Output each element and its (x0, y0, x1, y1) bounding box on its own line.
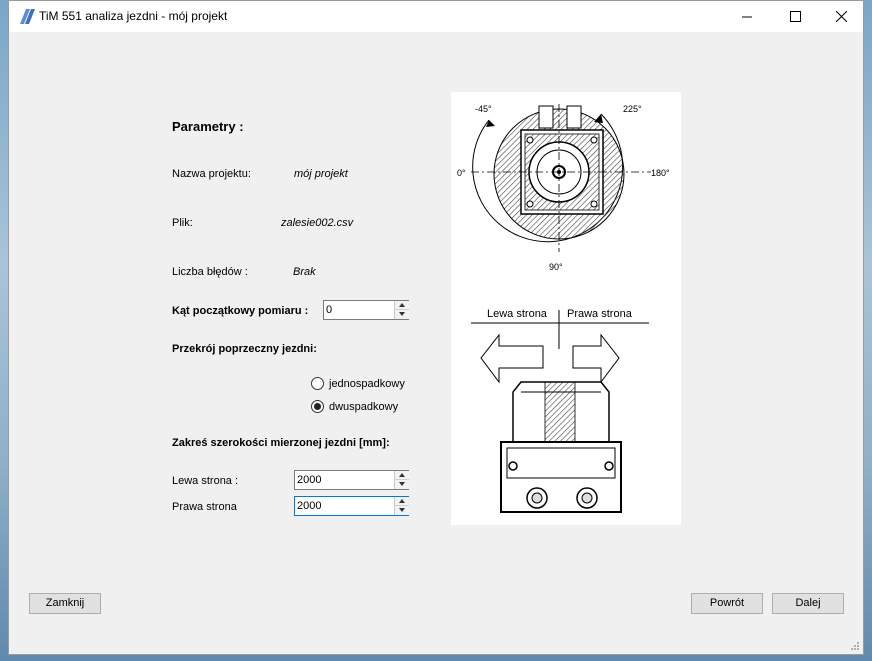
project-name-label: Nazwa projektu: (172, 168, 251, 180)
close-icon (836, 11, 847, 22)
radio-single-slope-label[interactable]: jednospadkowy (329, 378, 405, 390)
radio-single-slope[interactable] (311, 377, 324, 390)
maximize-icon (790, 11, 801, 22)
right-side-label: Prawa strona (172, 501, 237, 513)
spin-down-icon[interactable] (395, 480, 409, 489)
start-angle-stepper[interactable] (394, 301, 409, 319)
title-bar[interactable]: TiM 551 analiza jezdni - mój projekt (9, 1, 863, 32)
angle-label-90: 90° (549, 262, 563, 272)
parameters-heading: Parametry : (172, 119, 244, 134)
start-angle-label: Kąt początkowy pomiaru : (172, 305, 309, 317)
close-window-button[interactable] (819, 1, 865, 32)
next-button[interactable]: Dalej (772, 593, 844, 614)
spin-up-icon[interactable] (395, 471, 409, 480)
arrow-right-icon (572, 333, 620, 384)
start-angle-input[interactable] (324, 301, 394, 319)
minimize-icon (742, 16, 752, 18)
minimize-button[interactable] (725, 1, 771, 32)
spin-down-icon[interactable] (395, 310, 409, 319)
maximize-button[interactable] (773, 1, 819, 32)
resize-grip-icon[interactable] (850, 641, 860, 651)
left-width-input[interactable] (295, 471, 394, 489)
app-window: TiM 551 analiza jezdni - mój projekt Par… (8, 0, 864, 655)
start-angle-spinbox[interactable] (323, 300, 409, 320)
cross-section-heading: Przekrój poprzeczny jezdni: (172, 343, 317, 355)
spin-up-icon[interactable] (395, 497, 409, 506)
right-width-spinbox[interactable] (294, 496, 409, 516)
diagram-right-side-label: Prawa strona (567, 308, 633, 320)
left-width-stepper[interactable] (394, 471, 409, 489)
close-button[interactable]: Zamknij (29, 593, 101, 614)
diagram-left-side-label: Lewa strona (487, 308, 548, 320)
window-title: TiM 551 analiza jezdni - mój projekt (39, 9, 228, 23)
arrow-left-icon (480, 333, 544, 384)
angle-label-0: 0° (457, 168, 466, 178)
errors-value: Brak (293, 266, 316, 278)
radio-double-slope-label[interactable]: dwuspadkowy (329, 401, 398, 413)
right-width-stepper[interactable] (394, 497, 409, 515)
spin-down-icon[interactable] (395, 506, 409, 515)
app-logo-icon (20, 9, 35, 24)
left-width-spinbox[interactable] (294, 470, 409, 490)
right-width-input[interactable] (295, 497, 394, 515)
width-range-heading: Zakreś szerokości mierzonej jezdni [mm]: (172, 437, 390, 449)
spin-up-icon[interactable] (395, 301, 409, 310)
angle-label-minus45: -45° (475, 104, 492, 114)
angle-label-225: 225° (623, 104, 642, 114)
errors-label: Liczba błędów : (172, 266, 248, 278)
project-name-value: mój projekt (294, 168, 348, 180)
radio-double-slope[interactable] (311, 400, 324, 413)
sensor-diagram-svg: -45° 225° 0° 180° 90° Lewa strona Prawa … (457, 104, 670, 513)
angle-label-180: 180° (651, 168, 670, 178)
back-button[interactable]: Powrót (691, 593, 763, 614)
sensor-diagram: -45° 225° 0° 180° 90° Lewa strona Prawa … (451, 92, 681, 525)
file-label: Plik: (172, 217, 193, 229)
file-value: zalesie002.csv (281, 217, 354, 229)
left-side-label: Lewa strona : (172, 475, 239, 487)
